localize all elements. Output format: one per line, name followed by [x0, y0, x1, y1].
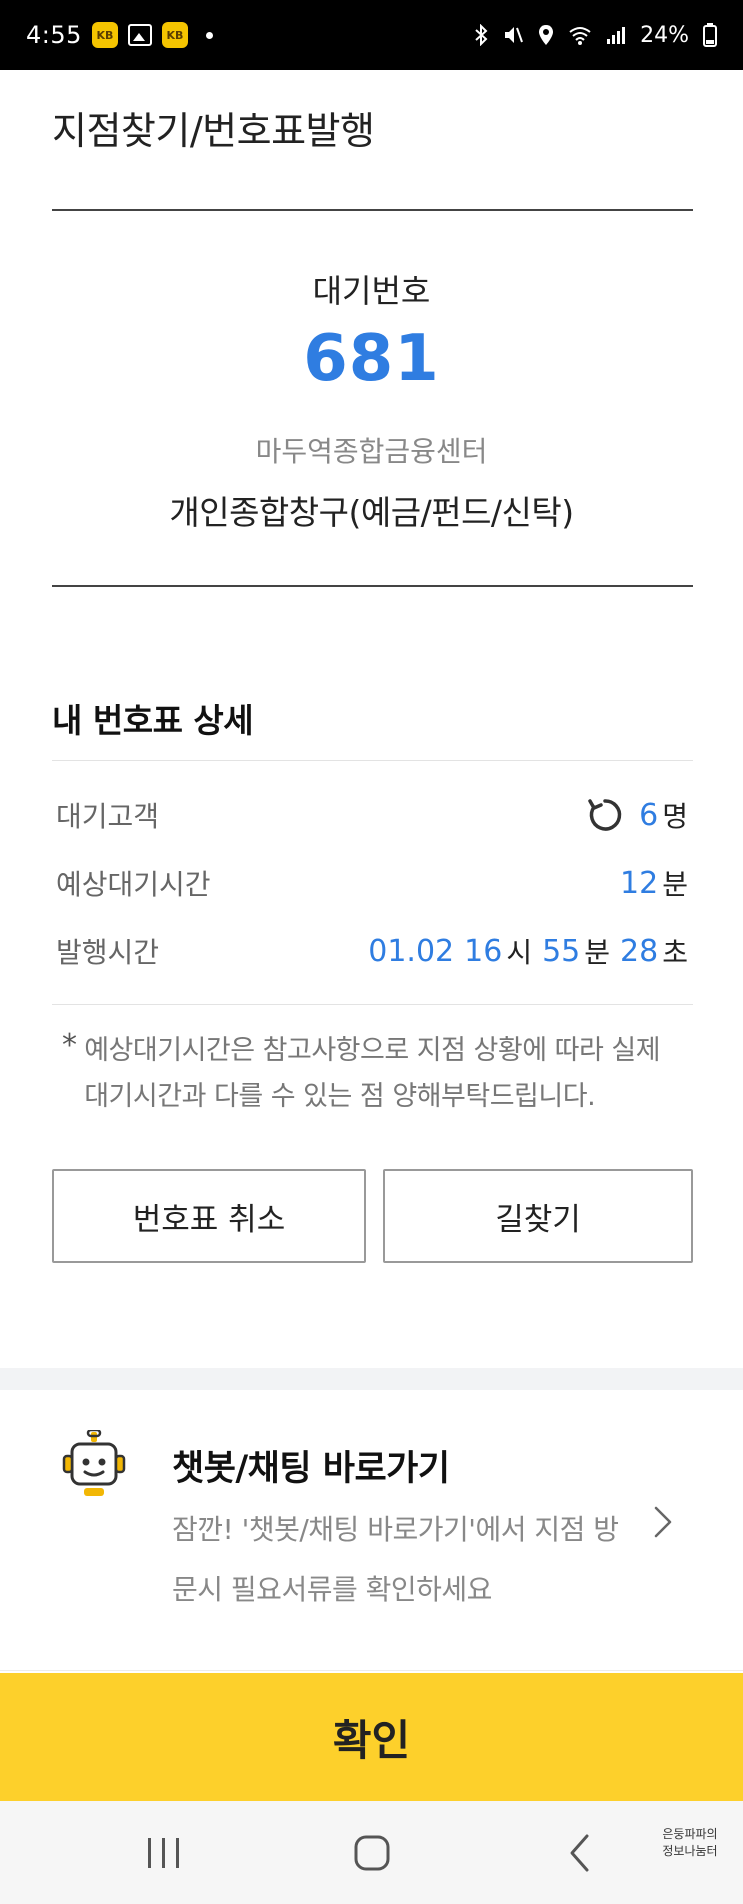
home-button[interactable] [312, 1801, 432, 1904]
battery-icon [703, 23, 717, 47]
chevron-right-icon[interactable] [652, 1504, 674, 1540]
back-icon [570, 1834, 589, 1871]
waiting-customers-count: 6 [639, 797, 659, 833]
status-bar: 4:55 KB KB 24% [0, 0, 743, 70]
chatbot-title[interactable]: 챗봇/채팅 바로가기 [172, 1440, 450, 1491]
chatbot-robot-icon [62, 1430, 126, 1496]
kb-app-icon-2: KB [161, 22, 188, 48]
details-bottom-divider [52, 1004, 693, 1005]
issued-minute-unit: 분 [584, 936, 611, 969]
details-title: 내 번호표 상세 [52, 701, 254, 740]
ticket-divider [52, 585, 693, 587]
cancel-ticket-button[interactable]: 번호표 취소 [52, 1169, 366, 1263]
watermark-line-2: 정보나눔터 [662, 1844, 718, 1858]
mute-icon [505, 27, 524, 43]
recent-apps-button[interactable] [104, 1801, 224, 1904]
ticket-label: 대기번호 [312, 272, 431, 310]
kb-app-icon: KB [91, 22, 118, 48]
status-time: 4:55 [26, 21, 82, 49]
issued-time-value: 01.02 16 시 55 분 28 초 [368, 931, 688, 971]
expected-wait-label: 예상대기시간 [56, 868, 211, 901]
notice-asterisk: * [62, 1028, 77, 1063]
signal-icon [607, 27, 626, 44]
counter-name: 개인종합창구(예금/펀드/신탁) [169, 493, 574, 532]
recent-apps-icon [148, 1837, 179, 1868]
issued-hour-unit: 시 [506, 936, 533, 969]
issued-minute: 55 [542, 933, 581, 969]
issued-hour: 16 [464, 933, 503, 969]
directions-button[interactable]: 길찾기 [383, 1169, 693, 1263]
issued-time-label: 발행시간 [56, 936, 160, 969]
waiting-customers-label: 대기고객 [56, 800, 160, 833]
watermark-line-1: 은둥파파의 [662, 1827, 718, 1841]
refresh-icon[interactable] [585, 795, 625, 835]
wait-time-notice: * 예상대기시간은 참고사항으로 지점 상황에 따라 실제 대기시간과 다를 수… [62, 1028, 692, 1120]
status-right: 24% [474, 23, 717, 48]
issued-date: 01.02 [368, 933, 455, 969]
expected-wait-unit: 분 [662, 868, 688, 901]
chatbot-divider [0, 1670, 743, 1671]
details-top-divider [52, 760, 693, 761]
more-notifications-dot [205, 31, 213, 39]
issued-second: 28 [620, 933, 659, 969]
notice-text: 예상대기시간은 참고사항으로 지점 상황에 따라 실제 대기시간과 다를 수 있… [84, 1035, 661, 1112]
expected-wait-row: 예상대기시간 12 분 [56, 858, 688, 908]
home-icon [354, 1835, 390, 1870]
bluetooth-icon [475, 24, 488, 46]
expected-wait-value: 12 분 [620, 863, 688, 903]
location-icon [539, 25, 554, 45]
gallery-icon [127, 24, 152, 46]
chatbot-description[interactable]: 잠깐! '챗봇/채팅 바로가기'에서 지점 방문시 필요서류를 확인하세요 [172, 1500, 622, 1620]
waiting-customers-value: 6 명 [585, 795, 688, 835]
issued-second-unit: 초 [662, 936, 688, 969]
issued-time-row: 발행시간 01.02 16 시 55 분 28 초 [56, 926, 688, 976]
header-divider [52, 209, 693, 211]
confirm-button[interactable]: 확인 [0, 1673, 743, 1801]
page-title: 지점찾기/번호표발행 [52, 109, 375, 153]
waiting-customers-unit: 명 [662, 800, 688, 833]
battery-level: 24% [640, 22, 689, 48]
wifi-icon [569, 27, 591, 45]
system-nav-bar [0, 1801, 743, 1904]
expected-wait-minutes: 12 [620, 865, 659, 901]
ticket-number: 681 [303, 322, 440, 396]
branch-name: 마두역종합금융센터 [255, 435, 488, 468]
section-separator [0, 1368, 743, 1390]
waiting-customers-row: 대기고객 6 명 [56, 790, 688, 840]
watermark: 은둥파파의 정보나눔터 [651, 1826, 729, 1860]
back-button[interactable] [520, 1801, 640, 1904]
